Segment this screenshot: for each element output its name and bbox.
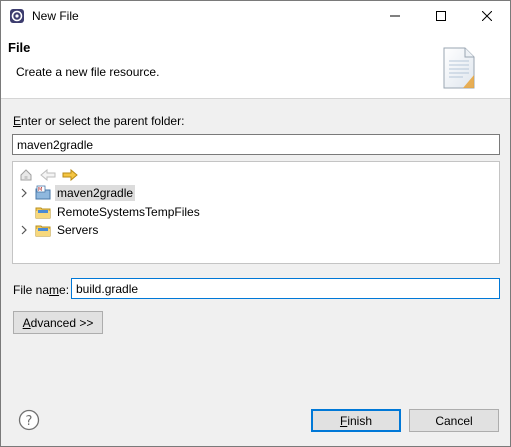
eclipse-icon [9, 8, 25, 24]
tree-item-servers[interactable]: Servers [17, 221, 100, 239]
maven-project-icon: M [35, 185, 51, 201]
tree-item-label: Servers [57, 223, 99, 237]
folder-tree[interactable]: M maven2gradle RemoteSystemsTempFiles Se… [12, 161, 500, 264]
tree-item-maven2gradle[interactable]: M maven2gradle [17, 184, 136, 202]
wizard-description: Create a new file resource. [16, 65, 160, 79]
parent-folder-input[interactable] [12, 134, 500, 155]
expand-chevron-icon[interactable] [17, 184, 31, 202]
window-title: New File [32, 9, 79, 23]
new-file-dialog: New File File Create a new file resource… [0, 0, 511, 447]
title-bar[interactable]: New File [1, 1, 510, 31]
cancel-button[interactable]: Cancel [409, 409, 499, 432]
close-button[interactable] [464, 1, 510, 31]
folder-icon [35, 204, 51, 220]
file-name-input[interactable] [71, 278, 500, 299]
forward-icon[interactable] [62, 167, 78, 183]
parent-folder-label: Enter or select the parent folder: [13, 114, 185, 128]
advanced-button[interactable]: Advanced >> [13, 311, 103, 334]
finish-button[interactable]: Finish [311, 409, 401, 432]
maximize-button[interactable] [418, 1, 464, 31]
tree-item-label: maven2gradle [55, 185, 136, 201]
file-name-label: File name: [13, 283, 70, 297]
tree-toolbar [18, 166, 78, 184]
wizard-header: File Create a new file resource. [1, 31, 510, 99]
tree-item-label: RemoteSystemsTempFiles [57, 205, 200, 219]
folder-icon [35, 222, 51, 238]
svg-text:M: M [38, 187, 42, 193]
wizard-title: File [8, 40, 31, 55]
back-icon[interactable] [40, 167, 56, 183]
home-icon[interactable] [18, 167, 34, 183]
minimize-button[interactable] [372, 1, 418, 31]
help-icon[interactable]: ? [18, 409, 40, 431]
new-file-wizard-icon [441, 45, 477, 91]
svg-text:?: ? [26, 414, 33, 429]
expand-chevron-icon[interactable] [17, 221, 31, 239]
tree-item-remotesystemstempfiles[interactable]: RemoteSystemsTempFiles [17, 203, 202, 221]
